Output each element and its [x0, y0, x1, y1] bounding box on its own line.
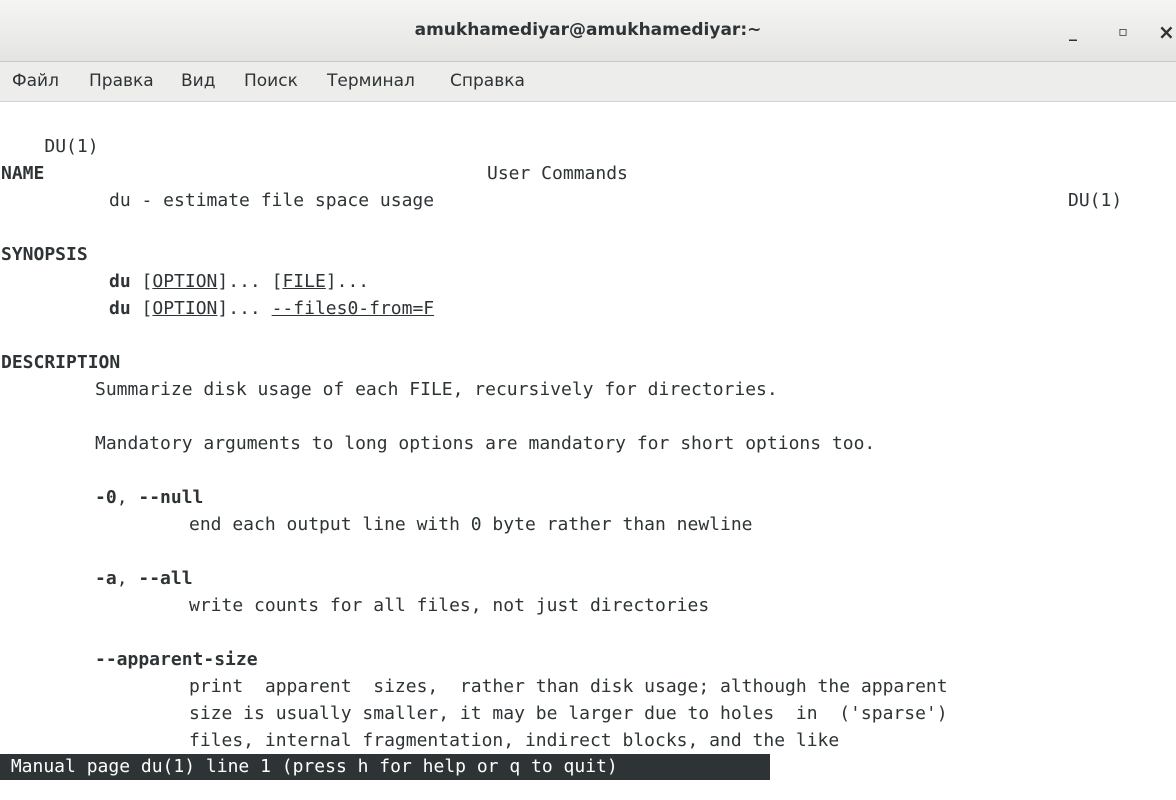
- menu-file[interactable]: Файл: [12, 71, 59, 91]
- option-null-description: end each output line with 0 byte rather …: [189, 514, 753, 535]
- menu-help[interactable]: Справка: [450, 71, 525, 91]
- synopsis-line-1: du [OPTION]... [FILE]...: [109, 271, 370, 292]
- menu-search[interactable]: Поиск: [244, 71, 298, 91]
- section-synopsis-heading: SYNOPSIS: [1, 244, 88, 265]
- synopsis-end: ]...: [325, 271, 370, 292]
- flag-long: --all: [138, 568, 193, 589]
- section-description-heading: DESCRIPTION: [1, 352, 121, 373]
- synopsis-option: OPTION: [152, 298, 218, 319]
- option-null-flags: -0, --null: [95, 487, 204, 508]
- option-all-description: write counts for all files, not just dir…: [189, 595, 710, 616]
- synopsis-files0: --files0-from=F: [271, 298, 435, 319]
- menu-edit[interactable]: Правка: [89, 71, 154, 91]
- description-text-1: Summarize disk usage of each FILE, recur…: [95, 379, 778, 400]
- option-apparent-size-description-1: print apparent sizes, rather than disk u…: [189, 676, 948, 697]
- menu-terminal[interactable]: Терминал: [327, 71, 415, 91]
- synopsis-file: FILE: [282, 271, 326, 292]
- synopsis-line-2: du [OPTION]... --files0-from=F: [109, 298, 435, 319]
- window-title: amukhamediyar@amukhamediyar:~: [414, 20, 762, 40]
- title-bar[interactable]: amukhamediyar@amukhamediyar:~ _ ▫ ×: [0, 0, 1176, 62]
- header-right: DU(1): [1068, 190, 1123, 211]
- maximize-button[interactable]: ▫: [1108, 18, 1138, 46]
- flag-long: --null: [138, 487, 204, 508]
- option-all-flags: -a, --all: [95, 568, 193, 589]
- option-apparent-size-description-3: files, internal fragmentation, indirect …: [189, 730, 840, 751]
- man-header: DU(1) User Commands DU(1): [1, 106, 1175, 241]
- synopsis-sep: ]...: [217, 298, 272, 319]
- section-name-heading: NAME: [1, 163, 45, 184]
- name-text: du - estimate file space usage: [109, 190, 435, 211]
- option-apparent-size-flag: --apparent-size: [95, 649, 258, 670]
- flag-short: -a: [95, 568, 117, 589]
- description-text-2: Mandatory arguments to long options are …: [95, 433, 876, 454]
- pager-status-line: Manual page du(1) line 1 (press h for he…: [0, 754, 770, 780]
- close-button[interactable]: ×: [1158, 18, 1176, 46]
- option-apparent-size-description-2: size is usually smaller, it may be large…: [189, 703, 948, 724]
- synopsis-option: OPTION: [152, 271, 218, 292]
- menu-view[interactable]: Вид: [181, 71, 215, 91]
- terminal-area[interactable]: DU(1) User Commands DU(1) NAME du - esti…: [0, 103, 1176, 800]
- synopsis-cmd: du: [109, 271, 131, 292]
- synopsis-sep: ]... [: [217, 271, 283, 292]
- flag-short: -0: [95, 487, 117, 508]
- synopsis-cmd: du: [109, 298, 131, 319]
- menu-bar: Файл Правка Вид Поиск Терминал Справка: [0, 62, 1176, 102]
- minimize-button[interactable]: _: [1058, 18, 1088, 46]
- header-left: DU(1): [44, 136, 99, 157]
- header-center: User Commands: [487, 163, 628, 184]
